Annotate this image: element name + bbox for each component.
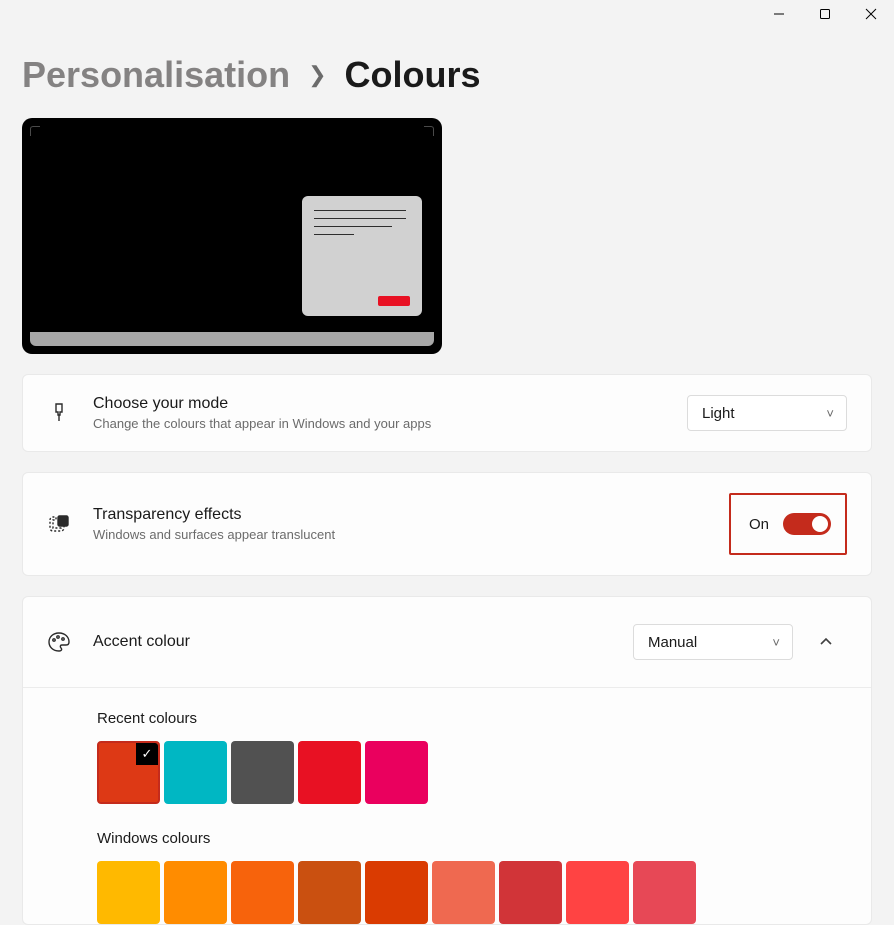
accent-mode-selected: Manual xyxy=(648,634,697,651)
preview-accent-button xyxy=(378,296,410,306)
transparency-icon xyxy=(47,512,71,536)
page-content: Personalisation ❯ Colours Choose your mo… xyxy=(0,54,894,925)
window-titlebar xyxy=(0,0,894,32)
transparency-highlight: On xyxy=(729,493,847,555)
close-icon xyxy=(865,8,877,20)
windows-colours xyxy=(97,861,847,924)
maximize-icon xyxy=(819,8,831,20)
desktop-preview xyxy=(22,118,442,354)
transparency-subtitle: Windows and surfaces appear translucent xyxy=(93,527,729,542)
breadcrumb-parent[interactable]: Personalisation xyxy=(22,54,290,96)
windows-colour-swatch[interactable] xyxy=(231,861,294,924)
minimize-button[interactable] xyxy=(756,0,802,28)
accent-title: Accent colour xyxy=(93,633,633,651)
mode-dropdown[interactable]: Light ˅ xyxy=(687,395,847,431)
transparency-state-label: On xyxy=(749,516,769,533)
recent-colour-swatch[interactable] xyxy=(298,741,361,804)
transparency-toggle[interactable] xyxy=(783,513,831,535)
recent-colour-swatch[interactable] xyxy=(231,741,294,804)
windows-colour-swatch[interactable] xyxy=(97,861,160,924)
transparency-card: Transparency effects Windows and surface… xyxy=(22,472,872,576)
brush-icon xyxy=(47,401,71,425)
preview-taskbar xyxy=(30,332,434,346)
minimize-icon xyxy=(773,8,785,20)
chevron-down-icon: ˅ xyxy=(826,406,834,421)
accent-collapse-button[interactable] xyxy=(805,621,847,663)
accent-mode-dropdown[interactable]: Manual ˅ xyxy=(633,624,793,660)
transparency-title: Transparency effects xyxy=(93,506,729,524)
recent-colour-swatch[interactable] xyxy=(365,741,428,804)
mode-card: Choose your mode Change the colours that… xyxy=(22,374,872,452)
mode-selected: Light xyxy=(702,405,735,422)
palette-icon xyxy=(47,630,71,654)
mode-subtitle: Change the colours that appear in Window… xyxy=(93,416,687,431)
accent-panel: Recent colours ✓ Windows colours xyxy=(23,687,871,924)
breadcrumb: Personalisation ❯ Colours xyxy=(22,54,872,96)
windows-colour-swatch[interactable] xyxy=(365,861,428,924)
checkmark-icon: ✓ xyxy=(136,743,158,765)
recent-colour-swatch[interactable]: ✓ xyxy=(97,741,160,804)
windows-colour-swatch[interactable] xyxy=(432,861,495,924)
breadcrumb-current: Colours xyxy=(345,54,481,96)
chevron-down-icon: ˅ xyxy=(772,635,780,650)
windows-colour-swatch[interactable] xyxy=(298,861,361,924)
windows-colour-swatch[interactable] xyxy=(566,861,629,924)
accent-card: Accent colour Manual ˅ Recent colours ✓ … xyxy=(22,596,872,925)
windows-colour-swatch[interactable] xyxy=(164,861,227,924)
recent-colours-label: Recent colours xyxy=(97,710,847,727)
chevron-right-icon: ❯ xyxy=(308,62,326,88)
windows-colour-swatch[interactable] xyxy=(633,861,696,924)
recent-colour-swatch[interactable] xyxy=(164,741,227,804)
mode-title: Choose your mode xyxy=(93,395,687,413)
preview-window xyxy=(302,196,422,316)
recent-colours: ✓ xyxy=(97,741,847,804)
chevron-up-icon xyxy=(819,635,833,649)
windows-colour-swatch[interactable] xyxy=(499,861,562,924)
maximize-button[interactable] xyxy=(802,0,848,28)
close-button[interactable] xyxy=(848,0,894,28)
windows-colours-label: Windows colours xyxy=(97,830,847,847)
